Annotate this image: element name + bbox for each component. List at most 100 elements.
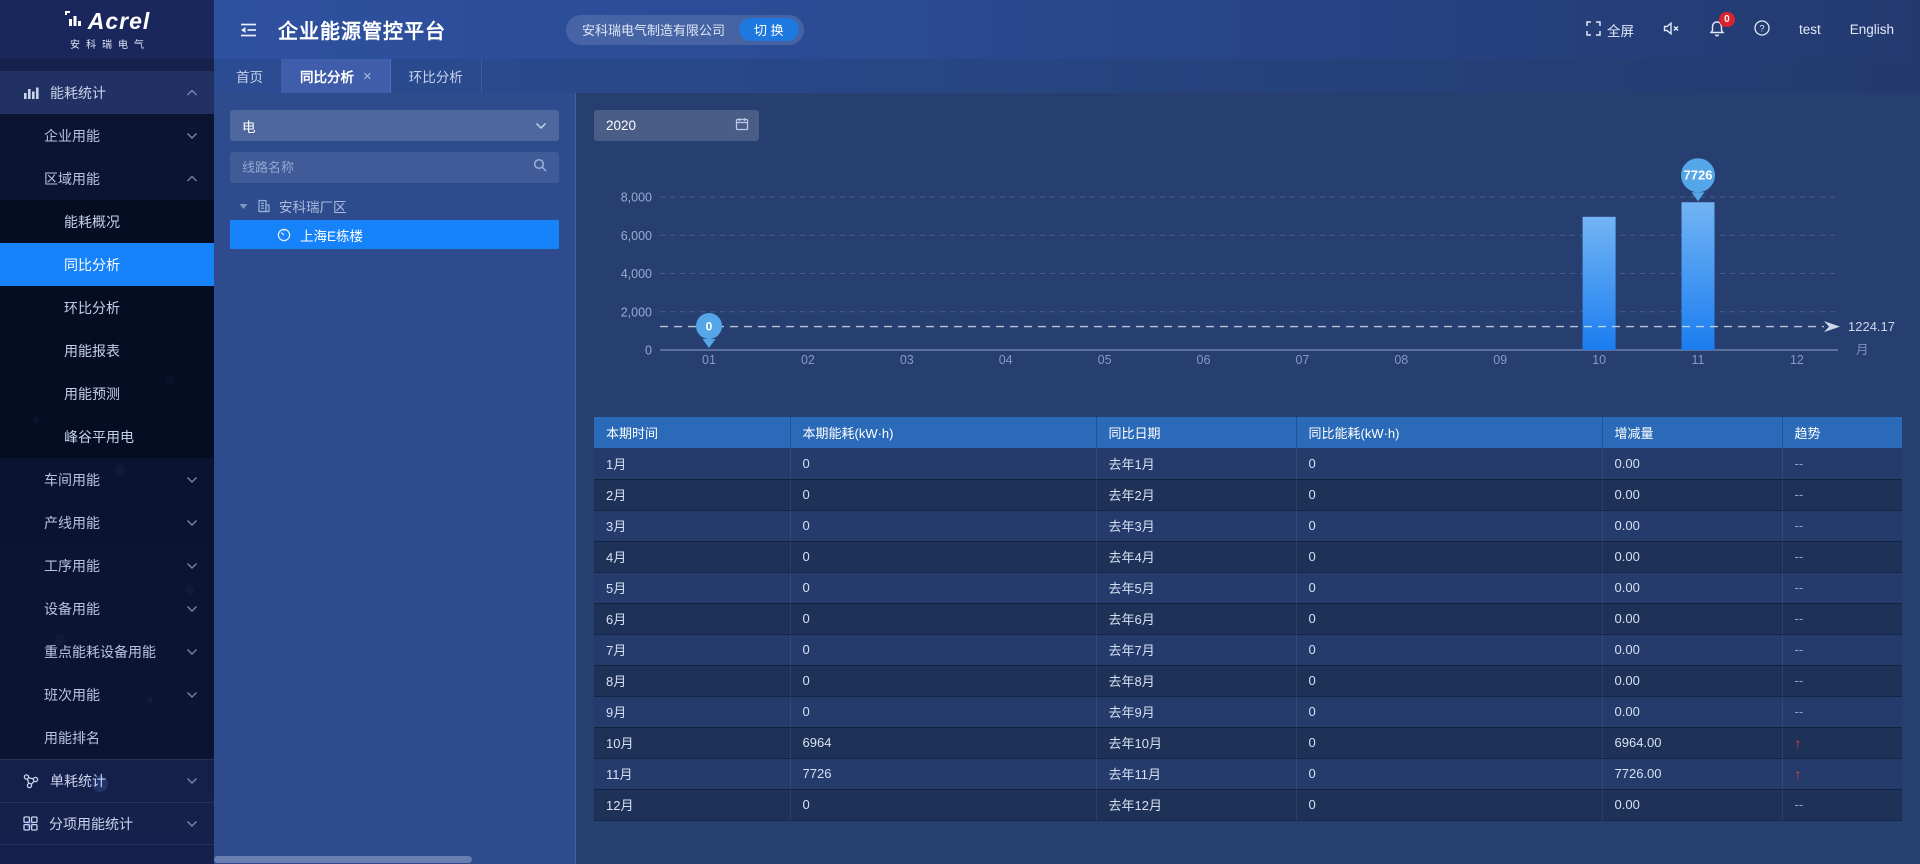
chevron-up-icon [186,175,198,183]
trend-cell: -- [1782,448,1902,479]
table-cell: 1月 [594,448,790,479]
trend-cell: -- [1782,665,1902,696]
table-header-cell: 同比日期 [1096,417,1296,448]
app-root: Acrel 安科瑞电气 能耗统计企业用能区域用能能耗概况同比分析环比分析用能报表… [0,0,1920,864]
tab-active[interactable]: 同比分析× [282,59,391,93]
sidebar-item[interactable]: 工序用能 [0,544,214,587]
svg-text:02: 02 [801,353,815,367]
page-title: 企业能源管控平台 [278,15,446,44]
acrel-logo-icon [64,10,82,33]
fullscreen-label: 全屏 [1607,20,1634,40]
sidebar-item[interactable]: 用能排名 [0,716,214,759]
chevron-down-icon [186,691,198,699]
sidebar-item[interactable]: 环比分析 [0,286,214,329]
brand-logo: Acrel 安科瑞电气 [0,0,214,59]
table-cell: 10月 [594,727,790,758]
table-cell: 去年5月 [1096,572,1296,603]
sidebar-item[interactable]: 车间用能 [0,458,214,501]
svg-text:6,000: 6,000 [621,229,652,243]
sidebar-item[interactable]: 区域用能 [0,157,214,200]
sidebar-menu: 能耗统计企业用能区域用能能耗概况同比分析环比分析用能报表用能预测峰谷平用电车间用… [0,59,214,845]
chevron-down-icon [186,648,198,656]
company-name: 安科瑞电气制造有限公司 [582,20,725,39]
table-cell: 9月 [594,696,790,727]
sidebar-item[interactable]: 重点能耗设备用能 [0,630,214,673]
sidebar-item-label: 车间用能 [44,470,100,490]
calendar-icon [735,117,749,134]
svg-text:7726: 7726 [1684,168,1713,183]
sidebar-item[interactable]: 能耗概况 [0,200,214,243]
collapse-sidebar-icon[interactable] [238,20,258,40]
line-search-input[interactable] [242,160,533,175]
sidebar-item[interactable]: 用能报表 [0,329,214,372]
table-row: 8月0去年8月00.00-- [594,665,1902,696]
content: 电 安科瑞厂区上海E栋楼 2020 02,0004,0006,0008,0000… [214,93,1920,864]
panel-scrollbar[interactable] [214,856,472,863]
table-row: 1月0去年1月00.00-- [594,448,1902,479]
tree-node-label: 安科瑞厂区 [279,196,347,216]
table-cell: 去年11月 [1096,758,1296,789]
building-icon [257,199,270,213]
table-cell: 8月 [594,665,790,696]
sidebar-item[interactable]: 用能预测 [0,372,214,415]
trend-cell: -- [1782,541,1902,572]
table-cell: 0 [1296,572,1602,603]
sidebar-item-label: 单耗统计 [50,771,106,791]
sidebar-item[interactable]: 同比分析 [0,243,214,286]
table-row: 9月0去年9月00.00-- [594,696,1902,727]
table-cell: 0.00 [1602,572,1782,603]
meter-icon [277,228,291,242]
bar-month-10[interactable] [1583,217,1616,350]
notifications-button[interactable]: 0 [1709,20,1725,40]
table-cell: 11月 [594,758,790,789]
table-cell: 0 [1296,541,1602,572]
tab-label: 环比分析 [409,66,463,86]
close-tab-icon[interactable]: × [363,69,372,84]
mute-button[interactable] [1663,21,1680,39]
caret-down-icon[interactable] [239,203,248,210]
sidebar-item[interactable]: 单耗统计 [0,759,214,802]
tree-node-parent[interactable]: 安科瑞厂区 [230,192,559,220]
table-cell: 0.00 [1602,634,1782,665]
table-cell: 0 [1296,758,1602,789]
svg-text:月: 月 [1856,343,1869,357]
sidebar-item[interactable]: 能耗统计 [0,71,214,114]
tree-node-child[interactable]: 上海E栋楼 [230,220,559,249]
chevron-down-icon [186,476,198,484]
table-header-cell: 趋势 [1782,417,1902,448]
table-row: 5月0去年5月00.00-- [594,572,1902,603]
sidebar-item[interactable]: 企业用能 [0,114,214,157]
notification-badge: 0 [1719,12,1735,27]
energy-type-select[interactable]: 电 [230,110,559,141]
chevron-down-icon [186,562,198,570]
sidebar-item[interactable]: 产线用能 [0,501,214,544]
help-button[interactable]: ? [1754,20,1770,39]
language-switcher[interactable]: English [1850,22,1894,37]
fullscreen-button[interactable]: 全屏 [1586,20,1634,40]
tab-item[interactable]: 首页 [218,59,282,93]
sidebar-item[interactable]: 峰谷平用电 [0,415,214,458]
trend-cell: -- [1782,789,1902,820]
svg-text:?: ? [1759,23,1764,34]
tab-label: 首页 [236,66,263,86]
sidebar-item[interactable]: 分项用能统计 [0,802,214,845]
switch-company-button[interactable]: 切 换 [739,18,799,41]
table-cell: 0 [790,448,1096,479]
user-menu[interactable]: test [1799,22,1821,37]
bar-month-11[interactable] [1682,202,1715,350]
sidebar-item-label: 分项用能统计 [49,814,133,834]
sidebar-item-label: 企业用能 [44,126,100,146]
bar-chart-icon [23,85,39,100]
svg-text:10: 10 [1592,353,1606,367]
tab-item[interactable]: 环比分析 [391,59,482,93]
line-tree: 安科瑞厂区上海E栋楼 [230,192,559,249]
sidebar-item-label: 区域用能 [44,169,100,189]
sidebar-item[interactable]: 班次用能 [0,673,214,716]
sidebar-item-label: 用能预测 [64,384,120,404]
share-icon [23,773,39,789]
table-cell: 0 [1296,448,1602,479]
sidebar-item[interactable]: 设备用能 [0,587,214,630]
chevron-down-icon [186,605,198,613]
chevron-up-icon [186,89,198,97]
table-cell: 去年10月 [1096,727,1296,758]
